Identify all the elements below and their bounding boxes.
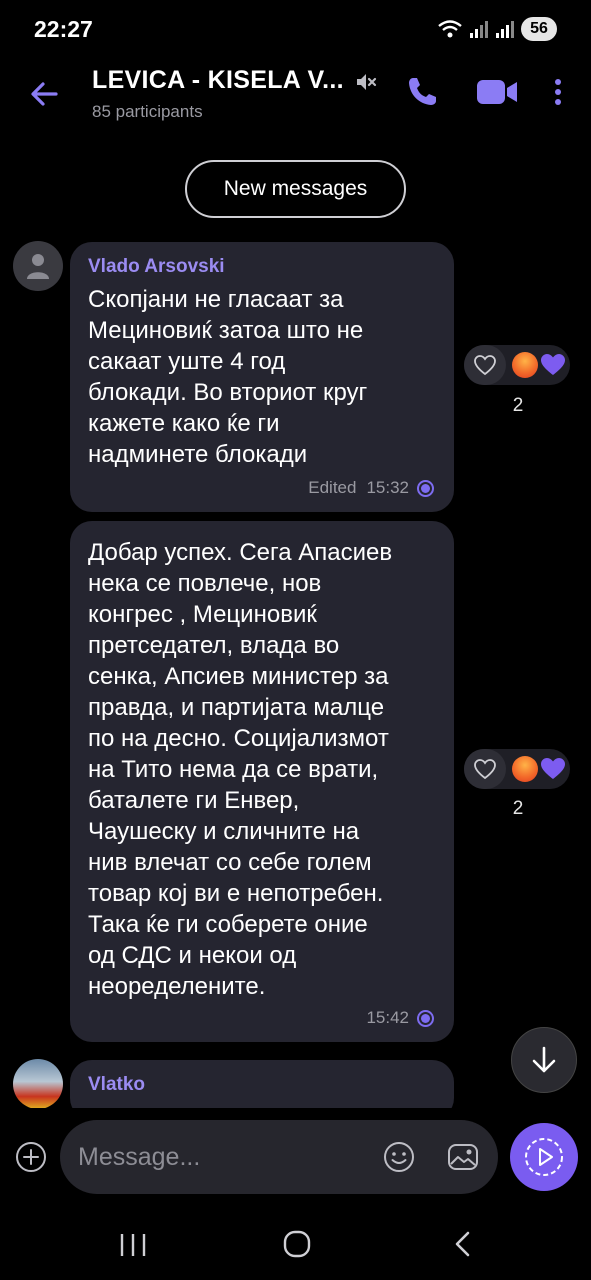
message-text: Добар успех. Сега Апасиев нека се повлеч… (88, 539, 393, 1000)
video-camera-icon[interactable] (474, 74, 520, 110)
chat-title[interactable]: LEVICA - KISELA V... (92, 66, 344, 95)
reaction-count[interactable]: 2 (504, 395, 532, 417)
status-time: 22:27 (34, 16, 93, 42)
reaction-count[interactable]: 2 (504, 798, 532, 820)
sender-name[interactable]: Vlatko (88, 1074, 436, 1096)
seen-status-icon (417, 479, 434, 497)
add-reaction-heart-icon[interactable] (464, 345, 506, 385)
muted-speaker-icon (357, 74, 377, 90)
message-bubble[interactable]: Vlado Arsovski Скопјани не гласаат за Ме… (70, 242, 454, 512)
arrow-down-icon (532, 1046, 556, 1073)
participants-count: 85 participants (92, 102, 203, 121)
recent-apps-icon[interactable] (118, 1232, 148, 1258)
emoji-icon[interactable] (382, 1140, 416, 1174)
purple-heart-emoji (541, 354, 565, 375)
new-messages-button[interactable]: New messages (185, 160, 406, 218)
message-meta: Edited 15:32 (308, 478, 434, 498)
status-icons: 56 (437, 17, 557, 41)
angry-face-emoji (512, 756, 538, 782)
message-composer (0, 1108, 591, 1208)
message-time: 15:42 (366, 1008, 409, 1027)
reactions-bar[interactable] (464, 345, 570, 385)
new-messages-label: New messages (223, 177, 368, 200)
person-icon (27, 254, 49, 279)
purple-heart-emoji (541, 758, 565, 779)
chat-header: LEVICA - KISELA V... 85 participants (0, 60, 591, 132)
reactions-bar[interactable] (464, 749, 570, 789)
message-time: 15:32 (366, 478, 409, 497)
message-meta: 15:42 (366, 1008, 434, 1028)
more-vertical-icon[interactable] (548, 74, 568, 110)
phone-icon[interactable] (404, 74, 440, 110)
signal-icon (470, 21, 488, 38)
message-text: Скопјани не гласаат за Мециновиќ затоа ш… (88, 286, 368, 468)
play-circle-icon (525, 1138, 563, 1176)
message-input-container (60, 1120, 498, 1194)
status-bar: 22:27 56 (0, 0, 591, 60)
wifi-icon (438, 20, 462, 38)
battery-icon: 56 (521, 17, 557, 41)
send-button[interactable] (510, 1123, 578, 1191)
gallery-icon[interactable] (446, 1140, 480, 1174)
message-bubble[interactable]: Добар успех. Сега Апасиев нека се повлеч… (70, 521, 454, 1042)
scroll-to-bottom-button[interactable] (511, 1027, 577, 1093)
plus-circle-icon[interactable] (14, 1140, 48, 1174)
seen-status-icon (417, 1009, 434, 1027)
sender-avatar[interactable] (13, 1059, 63, 1109)
add-reaction-heart-icon[interactable] (464, 749, 506, 789)
system-nav-bar (0, 1208, 591, 1280)
edited-label: Edited (308, 478, 357, 497)
back-arrow-icon[interactable] (26, 76, 62, 112)
sender-avatar[interactable] (13, 241, 63, 291)
sender-name[interactable]: Vlado Arsovski (88, 256, 436, 278)
message-input[interactable] (78, 1120, 368, 1194)
signal-icon (496, 21, 514, 38)
battery-level: 56 (530, 20, 548, 37)
angry-face-emoji (512, 352, 538, 378)
back-icon[interactable] (452, 1230, 474, 1258)
home-icon[interactable] (283, 1230, 311, 1258)
